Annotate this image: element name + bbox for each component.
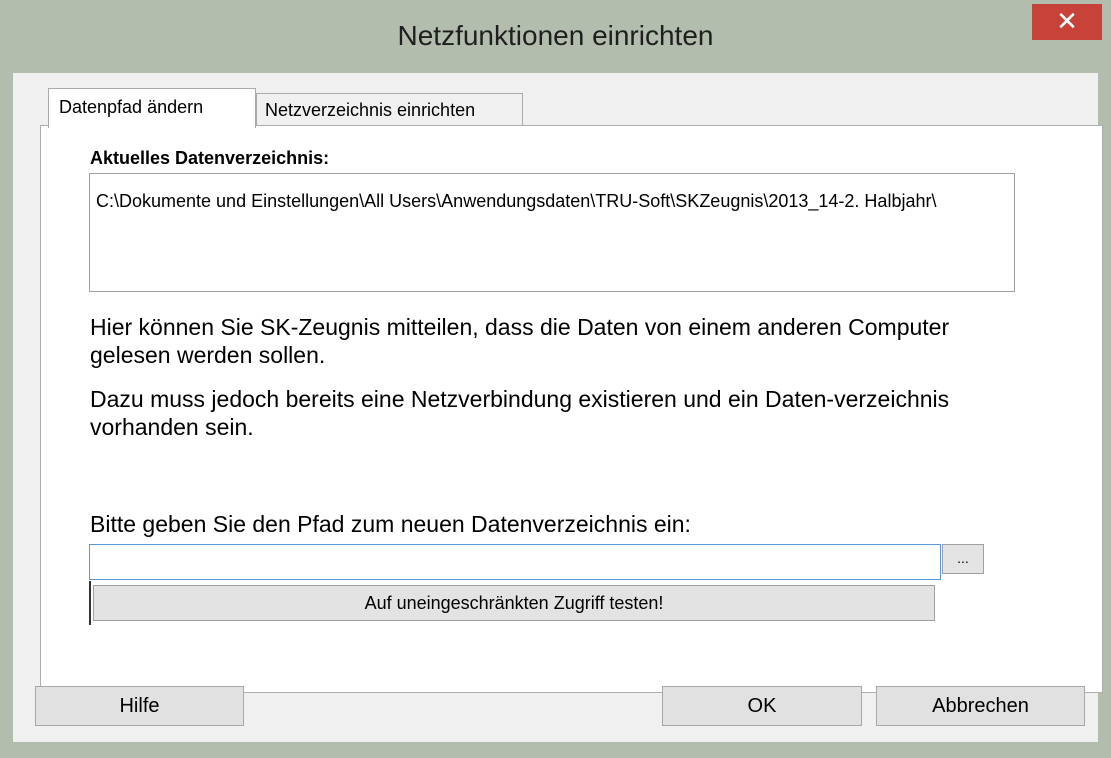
- info-text-1: Hier können Sie SK-Zeugnis mitteilen, da…: [90, 314, 950, 368]
- info-text-2: Dazu muss jedoch bereits eine Netzverbin…: [90, 386, 950, 440]
- close-button[interactable]: ✕: [1032, 4, 1102, 40]
- help-button[interactable]: Hilfe: [35, 686, 244, 726]
- ok-button[interactable]: OK: [662, 686, 862, 726]
- new-path-input[interactable]: [89, 544, 941, 580]
- tab-label: Datenpfad ändern: [59, 97, 204, 117]
- dialog-title: Netzfunktionen einrichten: [397, 20, 714, 51]
- current-dir-path: C:\Dokumente und Einstellungen\All Users…: [89, 173, 1015, 292]
- test-access-button[interactable]: Auf uneingeschränkten Zugriff testen!: [93, 585, 935, 621]
- cancel-button[interactable]: Abbrechen: [876, 686, 1085, 726]
- browse-button[interactable]: ...: [942, 544, 984, 574]
- close-icon: ✕: [1056, 6, 1078, 36]
- tab-netzverzeichnis-einrichten[interactable]: Netzverzeichnis einrichten: [256, 93, 523, 125]
- current-dir-label: Aktuelles Datenverzeichnis:: [90, 148, 330, 168]
- tab-label: Netzverzeichnis einrichten: [265, 100, 476, 120]
- new-path-label: Bitte geben Sie den Pfad zum neuen Daten…: [90, 511, 691, 537]
- tab-datenpfad-aendern[interactable]: Datenpfad ändern: [48, 88, 256, 128]
- title-bar: Netzfunktionen einrichten ✕: [0, 0, 1111, 74]
- dialog-window: Netzfunktionen einrichten ✕ Netzverzeich…: [0, 0, 1111, 758]
